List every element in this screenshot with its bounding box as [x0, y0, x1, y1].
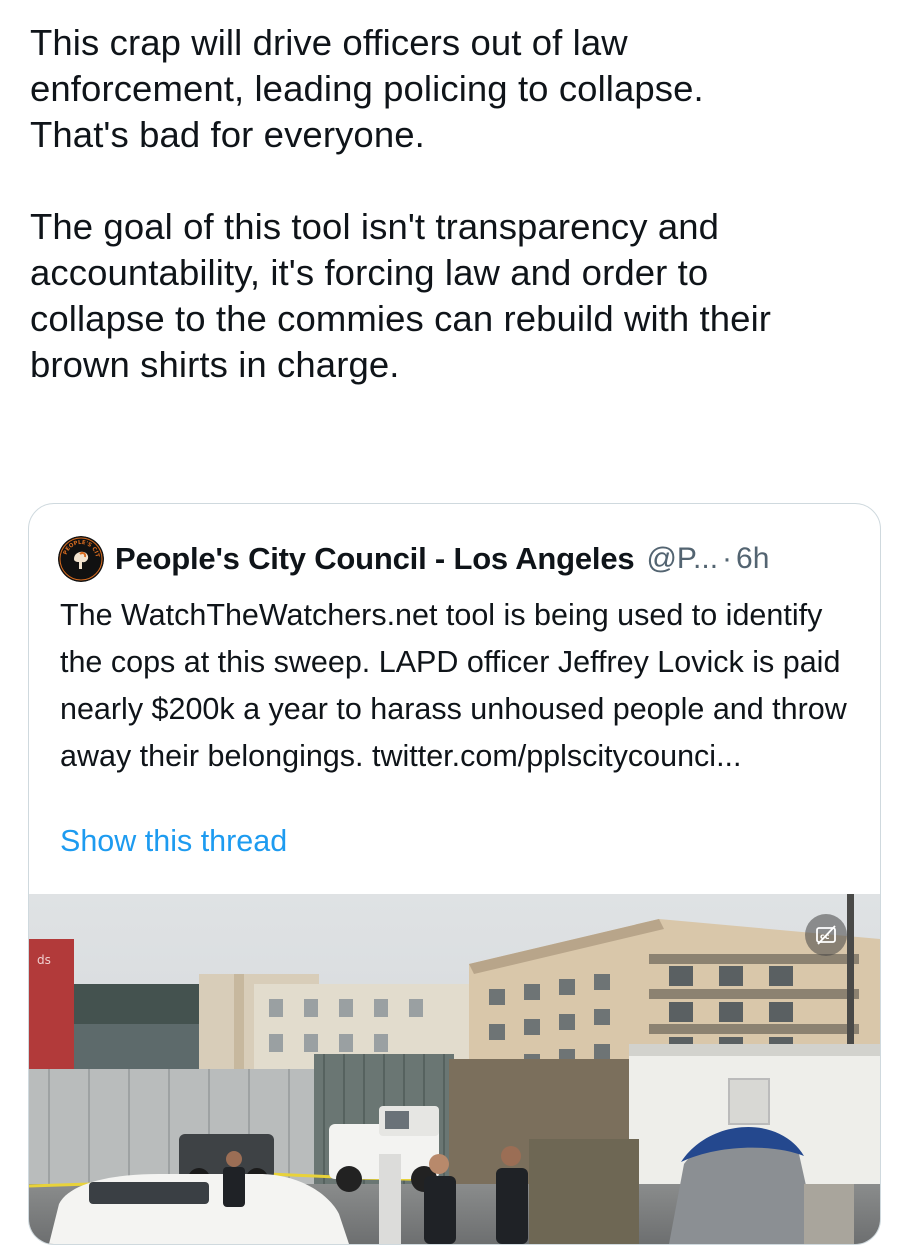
- closed-captions-off-icon: cc: [816, 925, 836, 945]
- show-thread-link[interactable]: Show this thread: [60, 824, 287, 859]
- tweet-text: This crap will drive officers out of law…: [30, 22, 772, 385]
- peoples-city-council-logo-icon: PEOPLE'S CITY COUNCIL · LOS ANGELES: [58, 536, 104, 582]
- street-scene-image: ds: [29, 894, 880, 1244]
- separator-dot: ·: [722, 542, 733, 575]
- quoted-tweet-text: The WatchTheWatchers.net tool is being u…: [60, 598, 847, 773]
- quoted-tweet-header: PEOPLE'S CITY COUNCIL · LOS ANGELES Peop…: [58, 536, 769, 582]
- closed-captions-button[interactable]: cc: [805, 914, 847, 956]
- sign-text: ds: [37, 953, 51, 967]
- quoted-timestamp[interactable]: 6h: [736, 542, 769, 576]
- quoted-display-name[interactable]: People's City Council - Los Angeles: [115, 541, 635, 577]
- quoted-tweet-card[interactable]: PEOPLE'S CITY COUNCIL · LOS ANGELES Peop…: [28, 503, 881, 1245]
- quoted-handle[interactable]: @P...: [646, 542, 718, 576]
- avatar[interactable]: PEOPLE'S CITY COUNCIL · LOS ANGELES: [58, 536, 104, 582]
- quoted-tweet-media[interactable]: ds: [29, 894, 880, 1244]
